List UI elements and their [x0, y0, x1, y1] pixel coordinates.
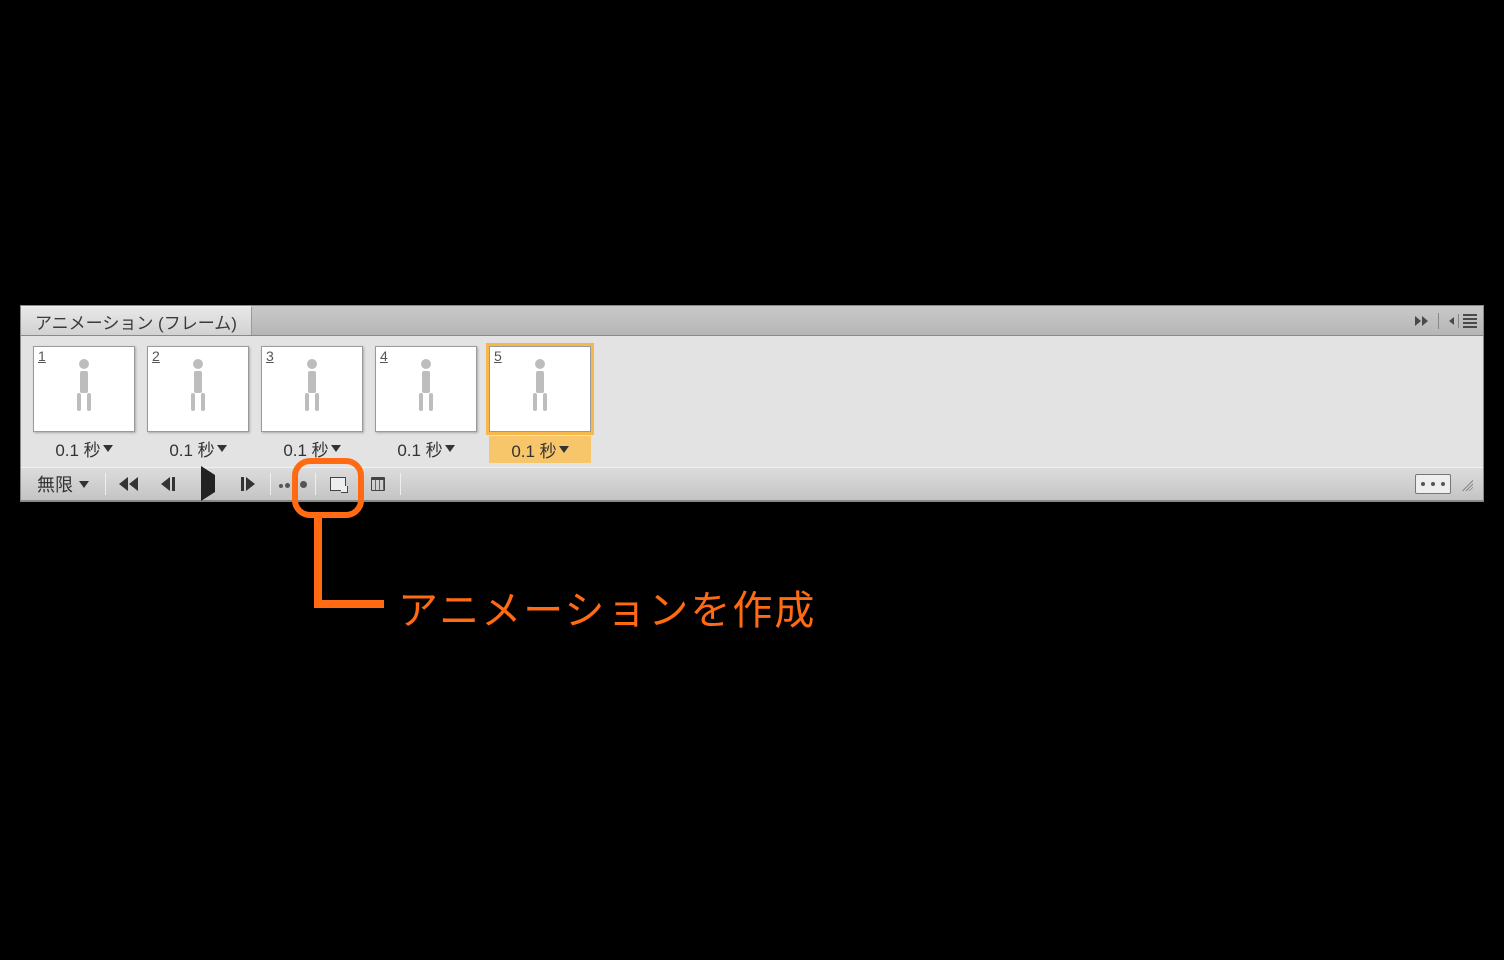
frame-delay-label: 0.1 秒	[283, 436, 328, 461]
dropdown-icon	[559, 446, 569, 453]
play-icon	[201, 475, 215, 493]
timeline-mode-toggle[interactable]	[1415, 474, 1451, 494]
panel-collapse-icon[interactable]	[1415, 316, 1428, 326]
frame-number-label: 2	[150, 348, 162, 364]
frame-content-figure	[412, 359, 440, 419]
annotation-label: アニメーションを作成	[398, 578, 816, 636]
frame-delay-select[interactable]: 0.1 秒	[375, 436, 477, 461]
next-frame-icon	[241, 477, 255, 491]
panel-tab-animation[interactable]: アニメーション (フレーム)	[21, 306, 252, 335]
panel-menu-icon[interactable]	[1449, 314, 1477, 328]
frame-thumbnail[interactable]: 3 0.1 秒	[261, 346, 363, 461]
next-frame-button[interactable]	[228, 468, 268, 500]
annotation-connector-horizontal	[314, 600, 384, 608]
controls-bar-right	[1415, 468, 1473, 500]
frame-content-figure	[184, 359, 212, 419]
panel-tab-label: アニメーション (フレーム)	[35, 309, 237, 334]
delete-frame-button[interactable]	[358, 468, 398, 500]
frame-delay-select[interactable]: 0.1 秒	[261, 436, 363, 461]
dropdown-icon	[445, 445, 455, 452]
frame-delay-label: 0.1 秒	[511, 437, 556, 462]
dropdown-icon	[217, 445, 227, 452]
previous-frame-button[interactable]	[148, 468, 188, 500]
frame-thumbnail-image: 3	[261, 346, 363, 432]
playback-controls-bar: 無限	[21, 467, 1483, 501]
resize-grip-icon[interactable]	[1459, 477, 1473, 491]
frame-content-figure	[298, 359, 326, 419]
frame-content-figure	[70, 359, 98, 419]
frame-thumbnail-image: 1	[33, 346, 135, 432]
frame-thumbnail[interactable]: 1 0.1 秒	[33, 346, 135, 461]
loop-count-select[interactable]: 無限	[29, 468, 97, 500]
frame-delay-label: 0.1 秒	[169, 436, 214, 461]
dropdown-icon	[103, 445, 113, 452]
animation-frames-panel: アニメーション (フレーム) 10.1 秒20.1 秒30.1 秒40.1 秒5…	[20, 305, 1484, 502]
go-to-first-frame-icon	[119, 477, 138, 491]
frame-number-label: 1	[36, 348, 48, 364]
frame-delay-select[interactable]: 0.1 秒	[147, 436, 249, 461]
previous-frame-icon	[161, 477, 175, 491]
new-frame-button[interactable]	[318, 468, 358, 500]
frame-thumbnail[interactable]: 4 0.1 秒	[375, 346, 477, 461]
tween-button[interactable]	[273, 468, 313, 500]
dropdown-icon	[79, 481, 89, 488]
delete-frame-icon	[371, 477, 385, 491]
frame-content-figure	[526, 359, 554, 419]
tween-icon	[279, 481, 307, 488]
loop-count-label: 無限	[37, 471, 73, 497]
frame-thumbnail[interactable]: 5 0.1 秒	[489, 346, 591, 463]
dropdown-icon	[331, 445, 341, 452]
go-to-first-frame-button[interactable]	[108, 468, 148, 500]
frame-thumbnail[interactable]: 2 0.1 秒	[147, 346, 249, 461]
frame-number-label: 3	[264, 348, 276, 364]
panel-tab-bar-controls	[1415, 306, 1477, 335]
frames-strip: 1 0.1 秒 2 0.1 秒 3 0.1 秒 4 0.1 秒 5 0.1 秒	[21, 336, 1483, 467]
new-frame-icon	[330, 477, 346, 491]
play-button[interactable]	[188, 468, 228, 500]
frame-thumbnail-image: 2	[147, 346, 249, 432]
panel-tab-bar: アニメーション (フレーム)	[21, 306, 1483, 336]
frame-delay-select[interactable]: 0.1 秒	[33, 436, 135, 461]
frame-thumbnail-image: 4	[375, 346, 477, 432]
frame-delay-label: 0.1 秒	[55, 436, 100, 461]
annotation-connector-vertical	[314, 518, 322, 608]
frame-delay-label: 0.1 秒	[397, 436, 442, 461]
frame-delay-select[interactable]: 0.1 秒	[489, 436, 591, 463]
frame-thumbnail-image: 5	[489, 346, 591, 432]
frame-number-label: 4	[378, 348, 390, 364]
frame-number-label: 5	[492, 348, 504, 364]
